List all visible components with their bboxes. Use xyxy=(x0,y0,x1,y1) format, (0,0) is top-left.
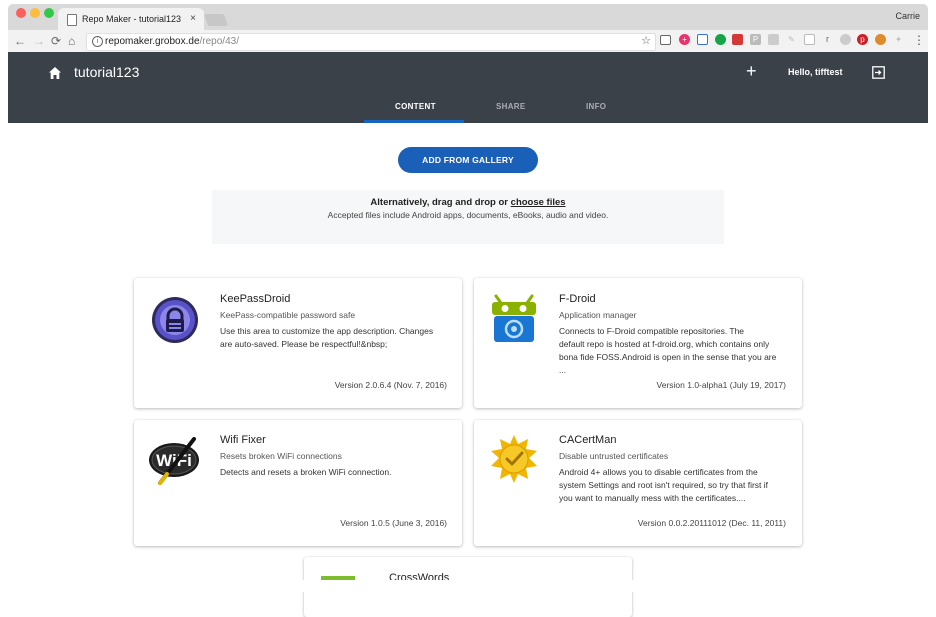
cast-icon[interactable] xyxy=(660,35,671,45)
zoom-window-button[interactable] xyxy=(44,8,54,18)
app-name[interactable]: Wifi Fixer xyxy=(220,434,266,446)
keepassdroid-icon xyxy=(152,297,198,343)
reload-icon[interactable]: ⟳ xyxy=(51,34,61,48)
fox-icon[interactable] xyxy=(875,34,886,45)
home-icon[interactable] xyxy=(48,66,62,80)
fdroid-icon xyxy=(492,294,536,342)
wifi-fixer-icon: WiFi xyxy=(149,437,199,485)
pinterest-icon[interactable]: p xyxy=(857,34,868,45)
close-window-button[interactable] xyxy=(16,8,26,18)
app-summary: Resets broken WiFi connections xyxy=(220,451,342,461)
box-icon[interactable] xyxy=(804,34,815,45)
repo-title: tutorial123 xyxy=(74,64,140,80)
tab-share[interactable]: SHARE xyxy=(496,102,526,111)
home-icon[interactable]: ⌂ xyxy=(68,34,75,48)
app-description: Use this area to customize the app descr… xyxy=(220,326,434,349)
choose-files-link[interactable]: choose files xyxy=(511,197,566,208)
cacertman-icon xyxy=(491,435,537,483)
new-tab-button[interactable] xyxy=(203,14,229,26)
tab-close-icon[interactable]: × xyxy=(190,13,196,24)
feather-icon[interactable]: ✦ xyxy=(893,34,904,45)
red-badge-icon[interactable] xyxy=(732,34,743,45)
logout-icon[interactable] xyxy=(872,66,885,79)
info-icon[interactable]: i xyxy=(92,36,103,47)
app-version: Version 1.0-alpha1 (July 19, 2017) xyxy=(656,380,786,390)
app-summary: Application manager xyxy=(559,310,637,320)
app-description: Detects and resets a broken WiFi connect… xyxy=(220,467,392,477)
app-name[interactable]: CACertMan xyxy=(559,434,616,446)
browser-user-name[interactable]: Carrie xyxy=(895,11,920,21)
url-path: /repo/43/ xyxy=(199,36,239,47)
app-summary: Disable untrusted certificates xyxy=(559,451,669,461)
green-dot-icon[interactable] xyxy=(715,34,726,45)
app-header xyxy=(8,52,928,123)
tab-info[interactable]: INFO xyxy=(586,102,606,111)
frame-icon[interactable] xyxy=(697,34,708,45)
p-icon[interactable]: P xyxy=(750,34,761,45)
add-icon[interactable]: + xyxy=(746,61,757,82)
drop-instructions: Alternatively, drag and drop or choose f… xyxy=(370,197,566,208)
app-name[interactable]: KeePassDroid xyxy=(220,293,290,305)
browser-menu-icon[interactable]: ⋮ xyxy=(913,33,925,47)
app-summary: KeePass-compatible password safe xyxy=(220,310,356,320)
app-version: Version 2.0.6.4 (Nov. 7, 2016) xyxy=(334,380,447,390)
accepted-files-text: Accepted files include Android apps, doc… xyxy=(327,210,609,220)
app-name[interactable]: F-Droid xyxy=(559,293,596,305)
active-tab-indicator xyxy=(364,120,464,123)
forward-icon[interactable]: → xyxy=(33,34,45,48)
tab-title: Repo Maker - tutorial123 xyxy=(82,14,182,24)
tab-content[interactable]: CONTENT xyxy=(395,102,436,111)
url-host: repomaker.grobox.de xyxy=(105,36,200,47)
r-icon[interactable]: r xyxy=(822,34,833,45)
app-description: Connects to F-Droid compatible repositor… xyxy=(559,326,777,375)
minimize-window-button[interactable] xyxy=(30,8,40,18)
back-icon[interactable]: ← xyxy=(14,34,26,48)
app-version: Version 0.0.2.20111012 (Dec. 11, 2011) xyxy=(637,518,786,528)
app-version: Version 1.0.5 (June 3, 2016) xyxy=(340,518,447,528)
user-greeting[interactable]: Hello, tifftest xyxy=(788,67,843,77)
browser-tab[interactable]: Repo Maker - tutorial123 × xyxy=(58,8,204,30)
plus-circle-icon[interactable]: + xyxy=(679,34,690,45)
window-bottom-edge xyxy=(0,580,936,592)
url-input[interactable]: i repomaker.grobox.de/repo/43/ ☆ xyxy=(86,33,656,51)
app-description: Android 4+ allows you to disable certifi… xyxy=(559,467,769,503)
gray-icon[interactable] xyxy=(768,34,779,45)
page-icon xyxy=(67,14,77,26)
bookmark-star-icon[interactable]: ☆ xyxy=(641,34,651,47)
cloud-icon[interactable] xyxy=(840,34,851,45)
add-from-gallery-button[interactable]: ADD FROM GALLERY xyxy=(398,147,538,173)
pen-icon[interactable]: ✎ xyxy=(786,34,797,45)
